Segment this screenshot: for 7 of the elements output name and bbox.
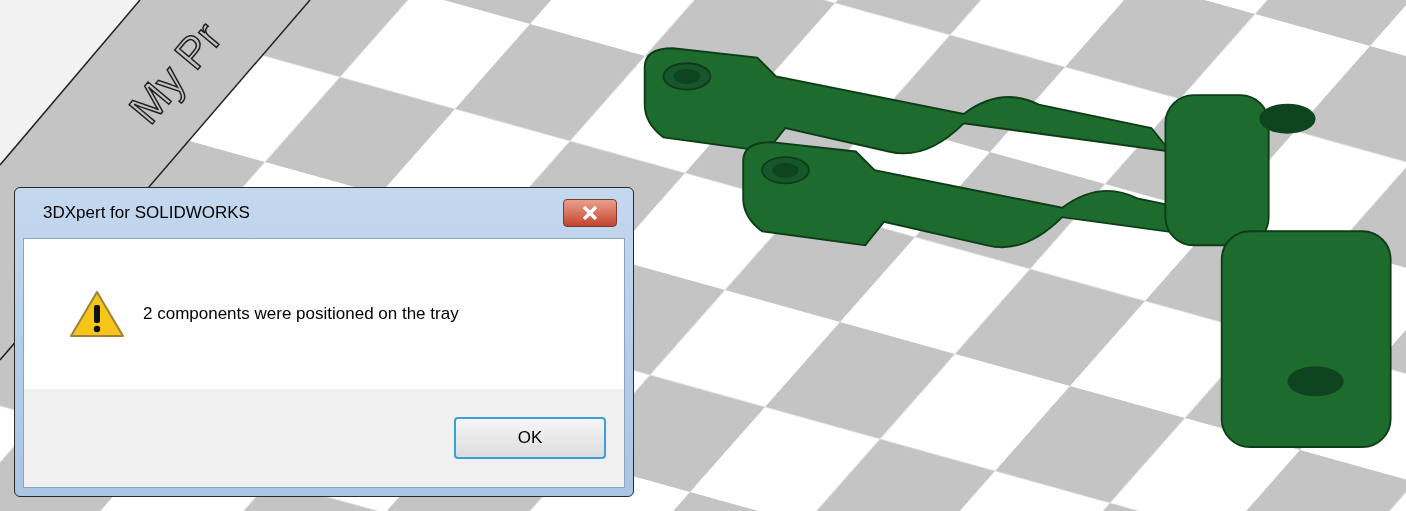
close-button[interactable] [563,199,617,227]
close-icon [582,206,598,220]
ok-button[interactable]: OK [454,417,606,459]
dialog-title: 3DXpert for SOLIDWORKS [43,202,250,225]
tray-label: My Pr [118,11,232,135]
dialog-message: 2 components were positioned on the tray [143,303,459,326]
warning-icon [69,290,125,338]
